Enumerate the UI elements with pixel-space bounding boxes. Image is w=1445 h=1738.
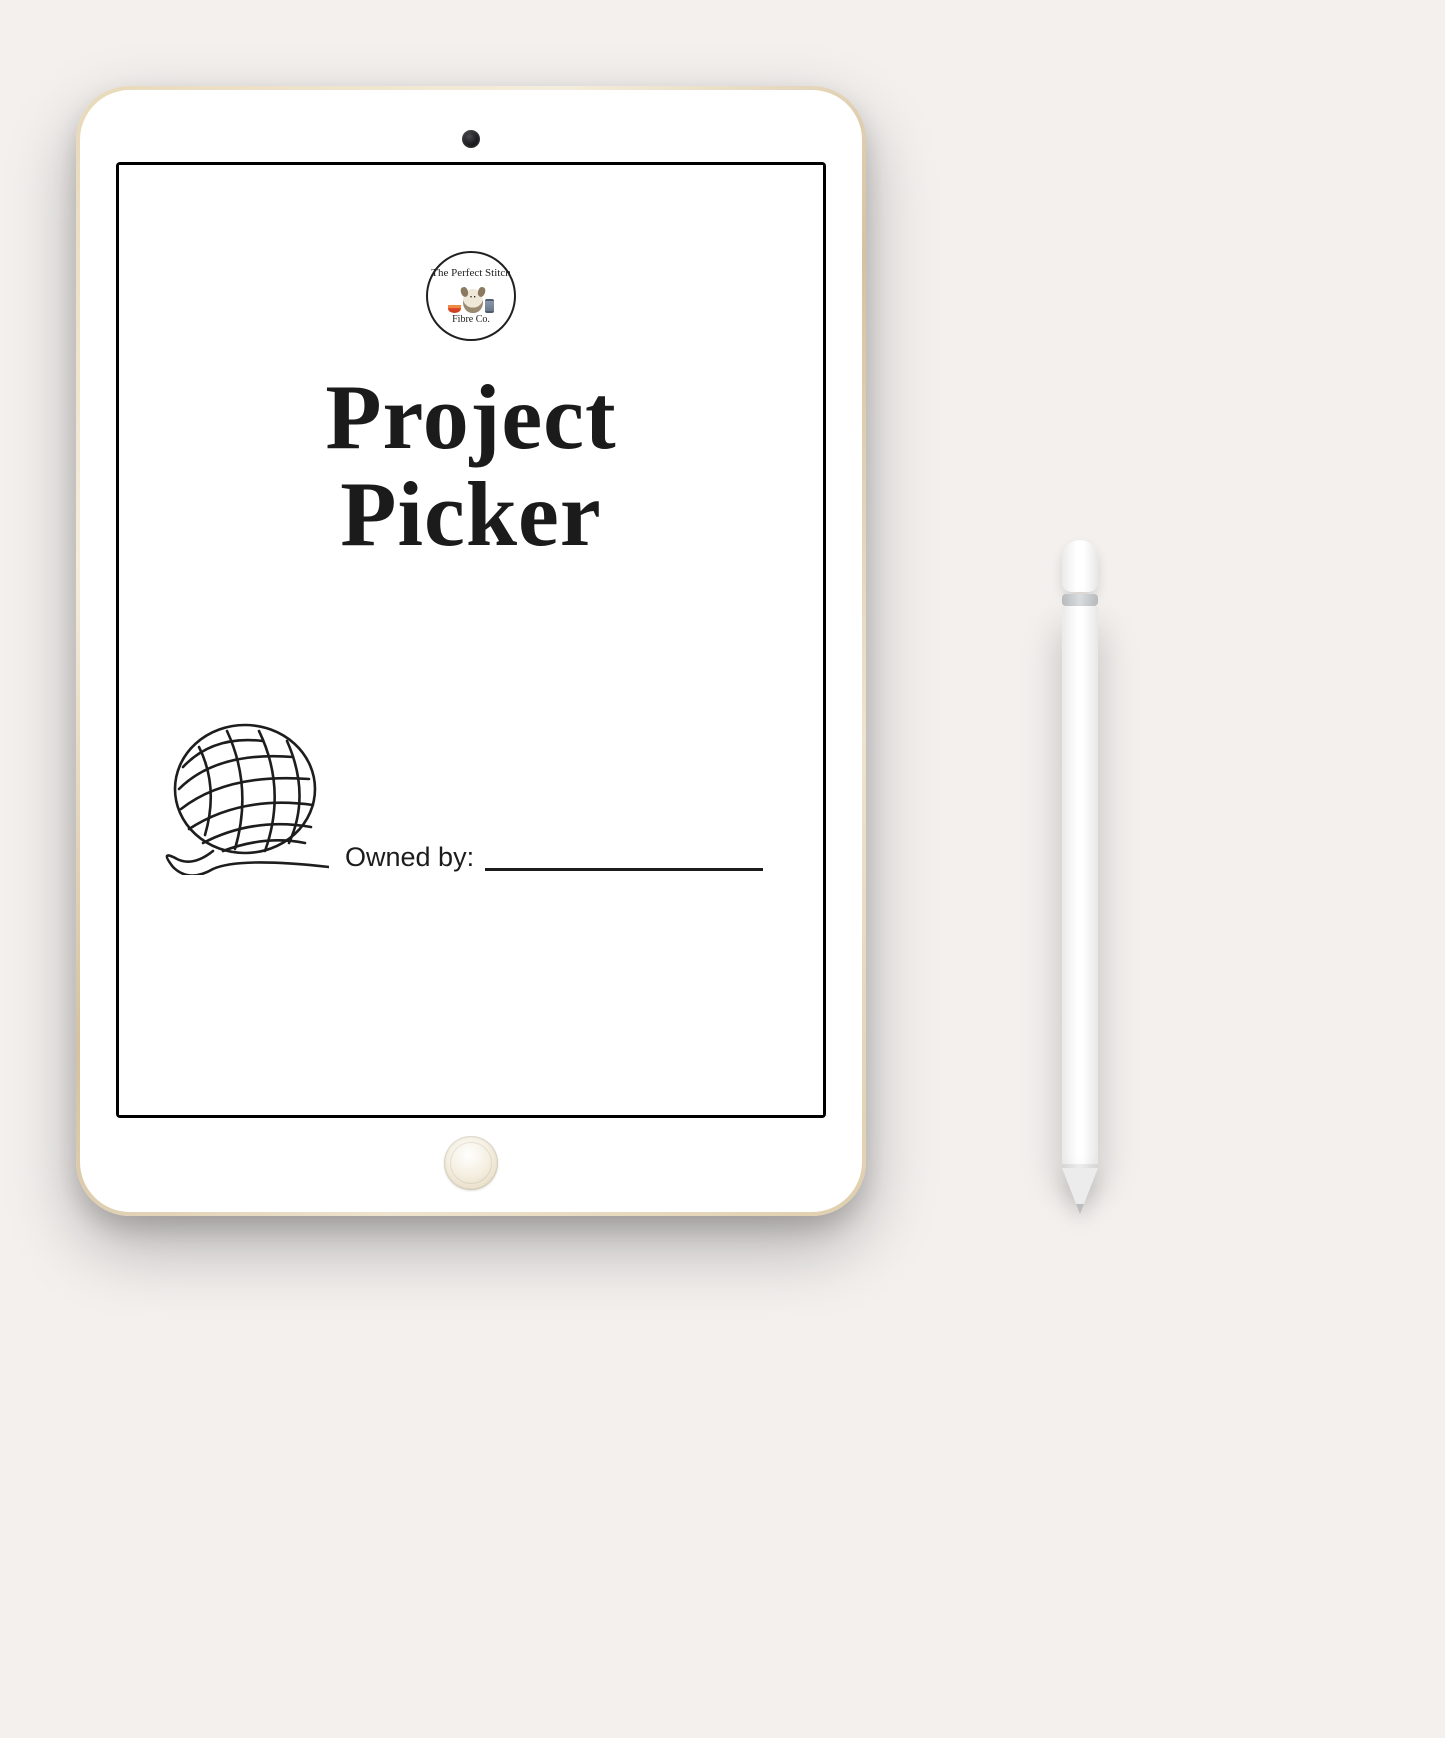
- ipad-body: The Perfect Stitch • • Fibre Co. Project…: [80, 90, 862, 1212]
- home-button[interactable]: [444, 1136, 498, 1190]
- brand-logo: The Perfect Stitch • • Fibre Co.: [426, 251, 516, 341]
- title-line-2: Picker: [119, 466, 823, 563]
- dog-bowl-icon: [448, 305, 461, 313]
- logo-top-text: The Perfect Stitch: [431, 268, 510, 279]
- camera-icon: [462, 130, 480, 148]
- title-line-1: Project: [119, 369, 823, 466]
- yarn-spool-icon: [485, 299, 494, 313]
- dog-icon: • •: [463, 289, 483, 313]
- owned-by-row: Owned by:: [153, 725, 763, 875]
- document-cover: The Perfect Stitch • • Fibre Co. Project…: [119, 165, 823, 1115]
- logo-illustration-icon: • •: [448, 281, 494, 313]
- owned-by-line: [485, 868, 763, 871]
- apple-pencil[interactable]: [1060, 540, 1100, 1220]
- owned-by-label: Owned by:: [345, 842, 474, 873]
- owned-by-input[interactable]: [485, 835, 763, 865]
- ipad-device: The Perfect Stitch • • Fibre Co. Project…: [76, 86, 866, 1216]
- pencil-nib-icon: [1076, 1204, 1084, 1214]
- page-title: Project Picker: [119, 369, 823, 562]
- screen[interactable]: The Perfect Stitch • • Fibre Co. Project…: [119, 165, 823, 1115]
- yarn-ball-icon: [153, 717, 329, 875]
- screen-bezel: The Perfect Stitch • • Fibre Co. Project…: [116, 162, 826, 1118]
- logo-bottom-text: Fibre Co.: [452, 315, 490, 325]
- pencil-cap: [1062, 540, 1098, 592]
- pencil-body: [1062, 606, 1098, 1166]
- pencil-band: [1062, 594, 1098, 606]
